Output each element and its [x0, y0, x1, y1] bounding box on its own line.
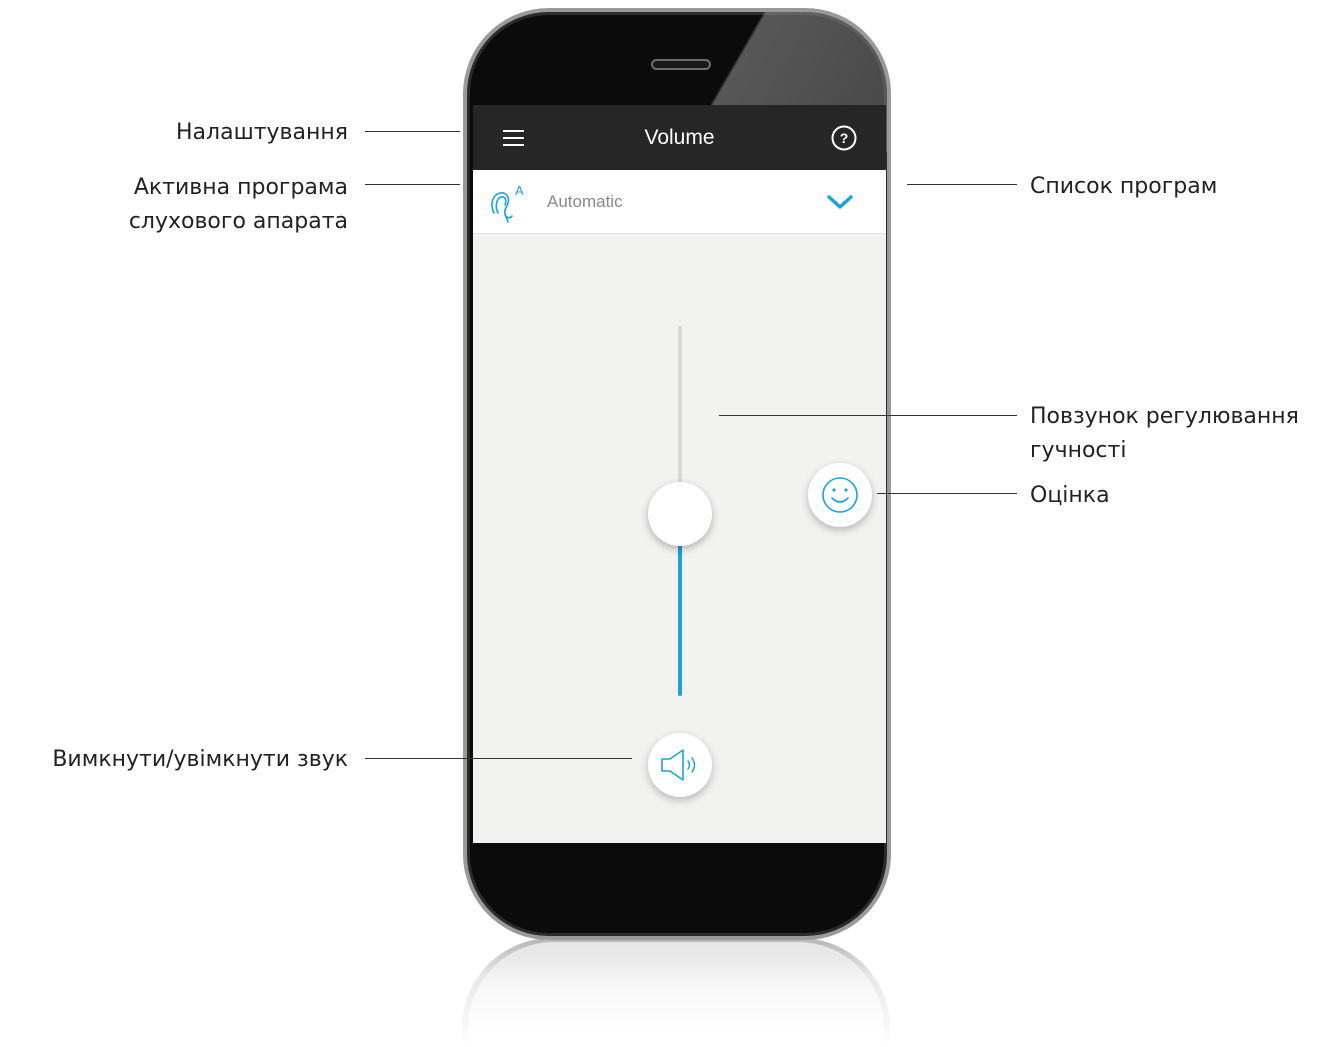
svg-text:?: ?	[840, 130, 849, 146]
rating-button[interactable]	[808, 463, 872, 527]
program-list-callout: Список програм	[1030, 174, 1218, 199]
active-program-callout-line1: Активна програма	[133, 175, 348, 200]
active-program-callout-line2: слухового апарата	[128, 209, 348, 234]
program-selector[interactable]: A Automatic	[473, 170, 886, 234]
volume-slider-callout-line2: гучності	[1030, 438, 1127, 463]
question-circle-icon[interactable]: ?	[831, 125, 857, 151]
page-title: Volume	[644, 126, 715, 149]
chevron-down-icon[interactable]	[825, 192, 855, 212]
settings-leader-line	[365, 131, 460, 132]
volume-slider-callout-line1: Повзунок регулювання	[1030, 404, 1299, 429]
active-program-label: Automatic	[547, 192, 623, 211]
rating-callout: Оцінка	[1030, 483, 1110, 508]
svg-text:A: A	[515, 183, 524, 198]
active-program-callout: Активна програма слухового апарата	[129, 171, 348, 239]
volume-slider-thumb[interactable]	[648, 482, 712, 546]
mute-callout: Вимкнути/увімкнути звук	[52, 747, 348, 772]
active-program-leader-line	[365, 184, 460, 185]
smiley-face-icon	[822, 477, 858, 513]
app-header: Volume ?	[473, 105, 886, 170]
volume-slider-callout: Повзунок регулювання гучності	[1030, 400, 1299, 468]
program-list-leader-line	[907, 184, 1017, 185]
phone-reflection	[462, 938, 890, 1047]
app-screen: Volume ? A Automatic	[473, 105, 886, 843]
volume-slider-leader-line	[719, 415, 1017, 416]
settings-callout: Налаштування	[176, 120, 348, 145]
mute-button[interactable]	[648, 733, 712, 797]
speaker-icon	[661, 749, 696, 781]
earpiece-speaker	[651, 59, 711, 70]
mute-leader-line	[365, 758, 632, 759]
annotated-app-figure: Volume ? A Automatic Налаштування Активн…	[0, 0, 1338, 1047]
hearing-aid-automatic-icon: A	[491, 183, 524, 223]
rating-leader-line	[877, 493, 1017, 494]
